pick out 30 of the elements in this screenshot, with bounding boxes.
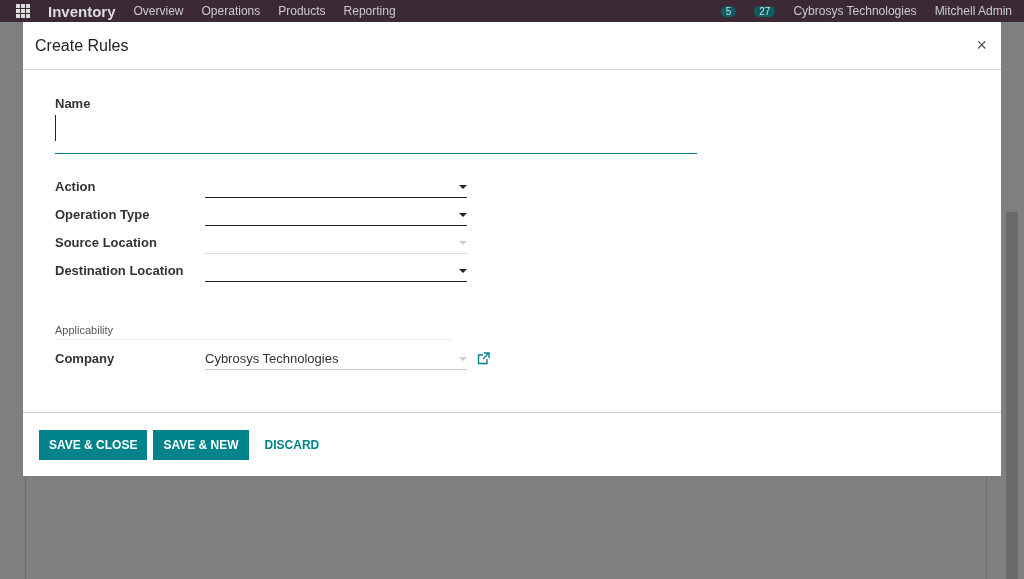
- field-label: Action: [55, 178, 97, 196]
- notification-badge[interactable]: 27: [754, 5, 776, 17]
- section-title: Applicability: [55, 324, 452, 340]
- notification-badge[interactable]: 5: [720, 5, 737, 17]
- field-label: Operation Type: [55, 206, 151, 224]
- caret-icon: [459, 212, 467, 217]
- company-switcher[interactable]: Cybrosys Technologies: [793, 4, 917, 18]
- save-button[interactable]: SAVE & NEW: [153, 429, 249, 460]
- apps-grid-icon[interactable]: [16, 4, 30, 18]
- menu-item[interactable]: Operations: [201, 4, 261, 18]
- field-label: Company: [55, 350, 116, 366]
- user-menu[interactable]: Mitchell Admin: [934, 4, 1012, 18]
- save-button[interactable]: SAVE & CLOSE: [39, 429, 148, 460]
- field-label: Destination Location: [55, 262, 185, 280]
- field-label: Name: [55, 96, 92, 111]
- menu-item[interactable]: Overview: [133, 4, 184, 18]
- app-name[interactable]: Inventory: [48, 2, 116, 20]
- dialog-title: Create Rules: [35, 36, 129, 55]
- discard-button[interactable]: DISCARD: [254, 429, 330, 460]
- close-button[interactable]: ×: [974, 35, 989, 56]
- field-label: Source Location: [55, 234, 158, 252]
- caret-icon: [459, 184, 467, 189]
- menu-item[interactable]: Products: [278, 4, 326, 18]
- external-link-icon[interactable]: [477, 352, 490, 365]
- caret-icon: [459, 356, 467, 361]
- caret-icon: [459, 268, 467, 273]
- menu-item[interactable]: Reporting: [343, 4, 396, 18]
- company-select-field[interactable]: Cybrosys Technologies: [205, 348, 467, 370]
- caret-icon: [459, 240, 467, 245]
- name-input-field[interactable]: [55, 115, 697, 154]
